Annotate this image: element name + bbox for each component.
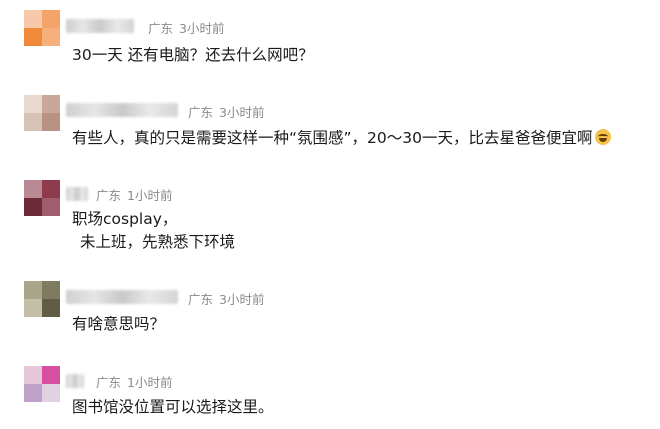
location-label: 广东 [148,21,174,36]
avatar[interactable] [24,95,60,131]
username-blurred[interactable] [66,19,134,33]
avatar-tile [24,10,42,28]
avatar-tile [42,198,60,216]
avatar-tile [24,384,42,402]
comment-meta: 广东 3小时前 [148,18,224,37]
location-label: 广东 [96,188,122,203]
comment-text: 30一天 还有电脑？还去什么网吧？ [72,46,314,64]
username-blurred[interactable] [66,187,88,201]
avatar-tile [24,28,42,46]
avatar-tile [24,299,42,317]
avatar-tile [42,384,60,402]
timestamp: 3小时前 [219,105,265,120]
avatar-tile [24,113,42,131]
comment-text-line: 有些人，真的只是需要这样一种“氛围感”，20～30一天，比去星爸爸便宜啊 [72,129,593,147]
location-label: 广东 [188,105,214,120]
comment-text: 有些人，真的只是需要这样一种“氛围感”，20～30一天，比去星爸爸便宜啊 [72,127,611,149]
avatar-tile [42,28,60,46]
avatar-tile [24,281,42,299]
avatar-tile [24,366,42,384]
avatar-tile [42,10,60,28]
avatar-tile [42,366,60,384]
avatar-tile [42,95,60,113]
avatar[interactable] [24,281,60,317]
avatar[interactable] [24,366,60,402]
avatar-tile [42,299,60,317]
avatar-tile [42,113,60,131]
comment-meta: 广东 3小时前 [188,102,264,121]
location-label: 广东 [188,292,214,307]
comment-text-line: 职场cosplay， [72,210,178,228]
avatar-tile [24,180,42,198]
comment-meta: 广东 1小时前 [96,372,172,391]
comment-text: 图书馆没位置可以选择这里。 [72,398,274,416]
avatar[interactable] [24,180,60,216]
location-label: 广东 [96,375,122,390]
comment-meta: 广东 3小时前 [188,289,264,308]
timestamp: 1小时前 [127,188,173,203]
timestamp: 3小时前 [219,292,265,307]
avatar-tile [24,95,42,113]
username-blurred[interactable] [66,374,84,388]
avatar-tile [42,281,60,299]
avatar[interactable] [24,10,60,46]
comment-text-line: 未上班，先熟悉下环境 [80,233,236,251]
comment-text: 有啥意思吗？ [72,315,166,333]
timestamp: 1小时前 [127,375,173,390]
avatar-tile [24,198,42,216]
avatar-tile [42,180,60,198]
comment-meta: 广东 1小时前 [96,185,172,204]
grinning-sweat-emoji-icon [594,129,611,145]
username-blurred[interactable] [66,290,178,304]
username-blurred[interactable] [66,103,178,117]
timestamp: 3小时前 [179,21,225,36]
